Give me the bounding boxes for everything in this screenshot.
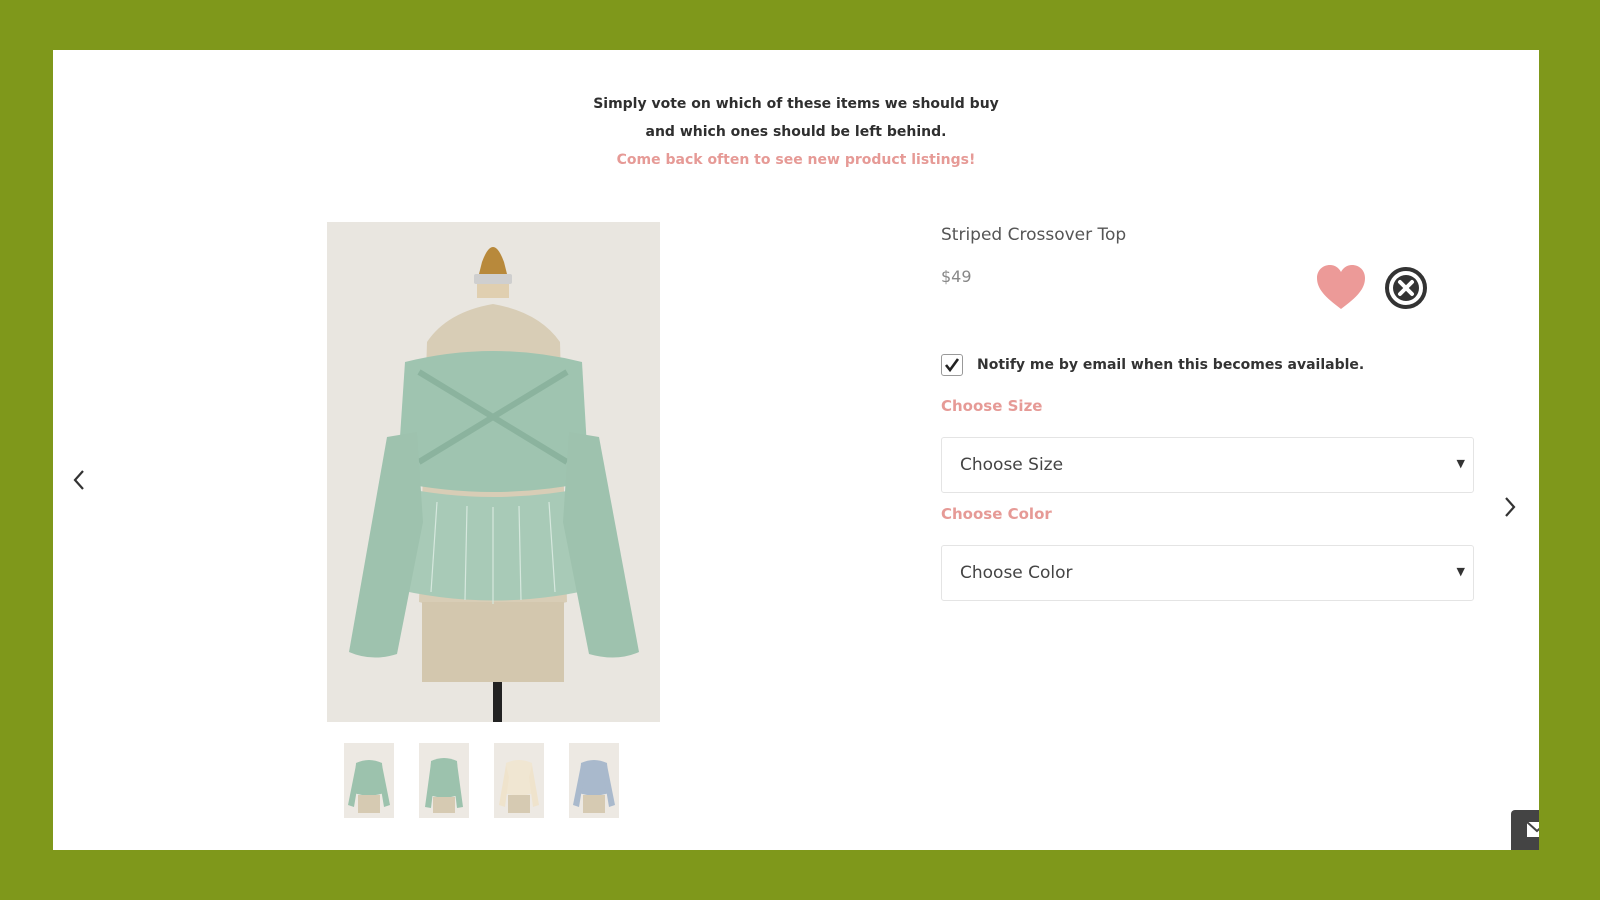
checkmark-icon (944, 358, 960, 373)
color-select-value: Choose Color (960, 563, 1073, 583)
size-select[interactable]: Choose Size ▼ (941, 437, 1474, 493)
chevron-right-icon (1505, 497, 1516, 517)
size-label: Choose Size (941, 397, 1043, 415)
like-button[interactable] (1315, 263, 1367, 311)
chevron-left-icon (73, 470, 84, 490)
notify-label: Notify me by email when this becomes ava… (977, 357, 1365, 373)
intro-block: Simply vote on which of these items we s… (53, 90, 1539, 174)
color-select[interactable]: Choose Color ▼ (941, 545, 1474, 601)
color-label: Choose Color (941, 505, 1052, 523)
thumbnail-4[interactable] (569, 743, 619, 818)
intro-line-1: Simply vote on which of these items we s… (593, 96, 999, 112)
mannequin-blouse-image (327, 222, 660, 722)
intro-promo: Come back often to see new product listi… (616, 152, 976, 168)
reject-button[interactable] (1384, 266, 1428, 310)
next-product-button[interactable] (1496, 493, 1524, 521)
envelope-icon (1526, 821, 1539, 837)
product-vote-panel: Simply vote on which of these items we s… (53, 50, 1539, 850)
product-main-image[interactable] (327, 222, 660, 722)
thumbnail-cream (494, 743, 544, 818)
thumbnail-blue (569, 743, 619, 818)
thumbnail-strip (344, 743, 619, 818)
caret-down-icon: ▼ (1456, 565, 1465, 578)
thumbnail-3[interactable] (494, 743, 544, 818)
previous-product-button[interactable] (65, 466, 93, 494)
notify-row: Notify me by email when this becomes ava… (941, 354, 1364, 376)
caret-down-icon: ▼ (1456, 457, 1465, 470)
thumbnail-sage-alt (419, 743, 469, 818)
close-circle-icon (1385, 267, 1427, 309)
thumbnail-2[interactable] (419, 743, 469, 818)
thumbnail-sage-front (344, 743, 394, 818)
size-select-value: Choose Size (960, 455, 1064, 475)
notify-checkbox[interactable] (941, 354, 963, 376)
thumbnail-1[interactable] (344, 743, 394, 818)
email-chat-tab[interactable] (1511, 810, 1539, 850)
heart-icon (1317, 265, 1365, 309)
product-price: $49 (941, 267, 972, 286)
intro-line-2: and which ones should be left behind. (645, 124, 947, 140)
product-title: Striped Crossover Top (941, 225, 1127, 245)
